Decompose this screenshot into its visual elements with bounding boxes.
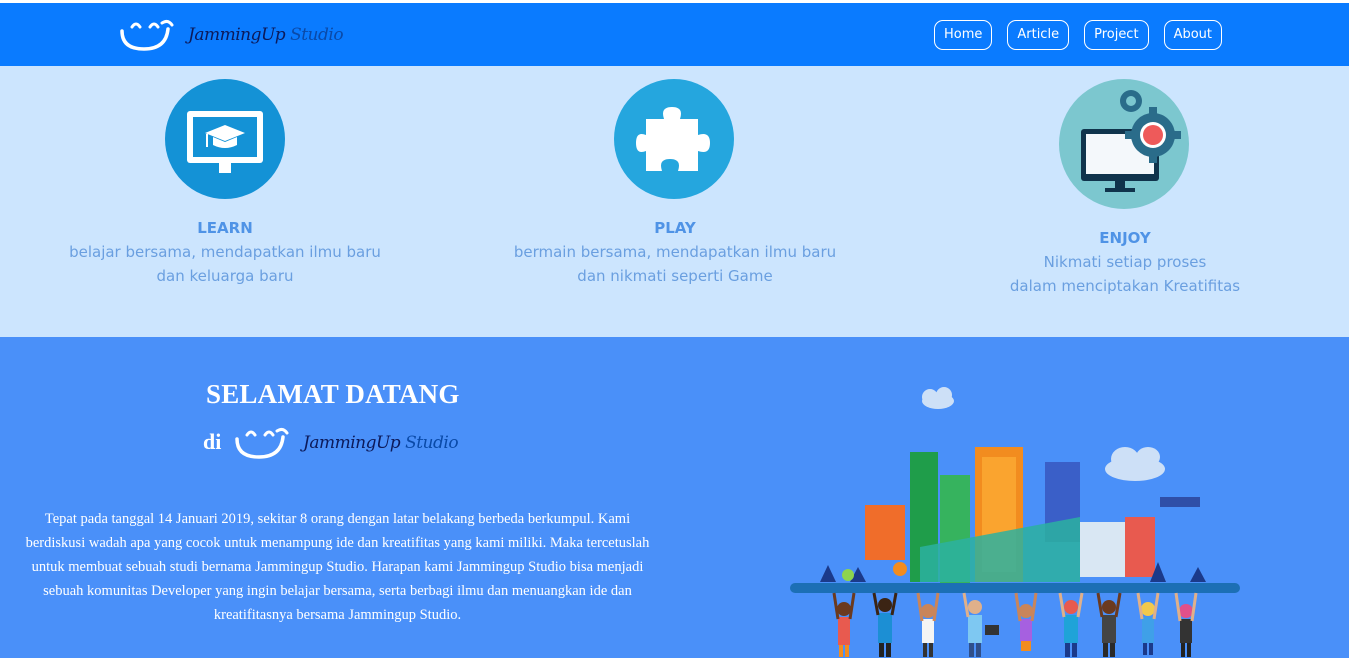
- brand-word-studio: Studio: [405, 433, 459, 453]
- feature-desc-line1: bermain bersama, mendapatkan ilmu baru: [513, 243, 837, 261]
- navbar: JammingUp Studio Home Article Project Ab…: [0, 3, 1349, 66]
- nav-project[interactable]: Project: [1084, 20, 1149, 50]
- brand-word-jammingup: JammingUp: [303, 433, 401, 453]
- people-group: [832, 592, 1198, 657]
- main-nav: Home Article Project About: [933, 20, 1222, 50]
- feature-desc-line2: dalam menciptakan Kreatifitas: [1009, 277, 1241, 295]
- feature-enjoy: ENJOY Nikmati setiap proses dalam mencip…: [975, 226, 1275, 298]
- feature-desc-line1: Nikmati setiap proses: [1043, 253, 1207, 271]
- monitor-gears-icon: [1081, 90, 1181, 192]
- feature-title: LEARN: [197, 219, 253, 237]
- brand-name: JammingUp Studio: [303, 433, 459, 453]
- learn-icon-circle: [165, 79, 285, 199]
- smiley-logo-icon: [120, 19, 174, 51]
- enjoy-icon-circle: [1059, 79, 1189, 209]
- puzzle-icon: [636, 107, 710, 171]
- feature-title: PLAY: [654, 219, 696, 237]
- brand-logo[interactable]: JammingUp Studio: [118, 17, 344, 53]
- welcome-brand-logo: JammingUp Studio: [233, 425, 459, 461]
- brand-word-studio: Studio: [290, 25, 344, 45]
- nav-article[interactable]: Article: [1007, 20, 1070, 50]
- smiley-logo-icon: [235, 427, 289, 459]
- play-icon-circle: [614, 79, 734, 199]
- nav-about[interactable]: About: [1163, 20, 1222, 50]
- feature-desc-line2: dan keluarga baru: [156, 267, 294, 285]
- welcome-title: SELAMAT DATANG: [206, 379, 460, 409]
- welcome-section: SELAMAT DATANG di JammingUp Studio Tepat…: [0, 337, 1349, 658]
- feature-desc-line1: belajar bersama, mendapatkan ilmu baru: [69, 243, 381, 261]
- feature-desc-line2: dan nikmati seperti Game: [577, 267, 773, 285]
- nav-home[interactable]: Home: [933, 20, 993, 50]
- cloud-icon: [922, 387, 1165, 481]
- monitor-graduation-icon: [187, 111, 263, 173]
- welcome-di: di: [203, 429, 222, 454]
- feature-play: PLAY bermain bersama, mendapatkan ilmu b…: [500, 216, 850, 288]
- features-section: LEARN belajar bersama, mendapatkan ilmu …: [0, 66, 1349, 337]
- city-illustration: [790, 387, 1240, 657]
- brand-word-jammingup: JammingUp: [188, 25, 286, 45]
- feature-learn: LEARN belajar bersama, mendapatkan ilmu …: [60, 216, 390, 288]
- welcome-paragraph: Tepat pada tanggal 14 Januari 2019, seki…: [25, 511, 650, 623]
- brand-name: JammingUp Studio: [188, 25, 344, 45]
- feature-title: ENJOY: [1099, 229, 1151, 247]
